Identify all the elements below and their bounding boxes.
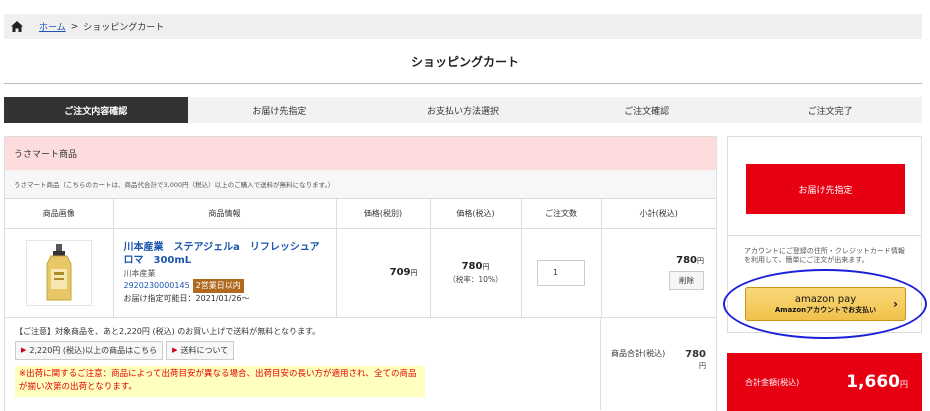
price-ex-yen: 円: [410, 269, 418, 277]
store-name: うさマート商品: [5, 137, 716, 170]
price-ex-value: 709: [389, 267, 411, 278]
delivery-date: お届け指定可能日：2021/01/26～: [123, 293, 250, 303]
cart-summary-row: 【ご注意】対象商品を、あと2,220円 (税込) のお買い上げで送料が無料となり…: [5, 317, 716, 410]
grand-total-yen: 円: [900, 380, 908, 389]
store-shipping-note: うさマート商品（こちらのカートは、商品代合計で3,000円（税込）以上のご購入で…: [5, 170, 716, 199]
free-shipping-products-label: 2,220円 (税込)以上の商品はこちら: [29, 345, 158, 355]
price-in-yen: 円: [482, 263, 490, 272]
triangle-right-icon: ▶: [21, 346, 27, 354]
checkout-sidebar: お届け先指定 アカウントにご登録の住所・クレジットカード情報を利用して、簡単にご…: [727, 136, 922, 333]
proceed-to-delivery-button[interactable]: お届け先指定: [746, 164, 905, 214]
header-quantity: ご注文数: [521, 199, 602, 229]
step-delivery-address: お届け先指定: [252, 106, 307, 117]
shipping-warning: ※出荷に関するご注意：商品によって出荷目安が異なる場合、出荷目安の長い方が適用さ…: [15, 365, 425, 397]
cart-table: 商品画像 商品情報 価格(税別) 価格(税込) ご注文数 小計(税込) 川本産業…: [5, 199, 716, 318]
shipping-info-button[interactable]: ▶ 送料について: [166, 340, 235, 360]
breadcrumb: ホーム > ショッピングカート: [4, 14, 922, 39]
store-total-label: 商品合計(税込): [611, 348, 666, 358]
free-shipping-products-button[interactable]: ▶ 2,220円 (税込)以上の商品はこちら: [15, 340, 164, 360]
table-header-row: 商品画像 商品情報 価格(税別) 価格(税込) ご注文数 小計(税込): [5, 199, 716, 229]
amazon-pay-logo: amazon pay: [794, 293, 857, 305]
checkout-steps: ご注文内容確認 お届け先指定 お支払い方法選択 ご注文確認 ご注文完了: [4, 97, 922, 123]
header-price-ex: 価格(税別): [336, 199, 431, 229]
shipping-badge: 2営業日以内: [192, 279, 244, 293]
breadcrumb-home-link[interactable]: ホーム: [39, 20, 66, 33]
amazon-pay-label: Amazonアカウントでお支払い: [774, 305, 877, 314]
grand-total-value: 1,660: [846, 372, 900, 392]
step-order-complete: ご注文完了: [807, 106, 853, 117]
header-price-in: 価格(税込): [430, 199, 522, 229]
quantity-input[interactable]: 1: [537, 259, 585, 286]
product-maker: 川本産業: [123, 268, 156, 278]
triangle-right-icon: ▶: [172, 346, 178, 354]
header-image: 商品画像: [5, 199, 114, 229]
sidebar-divider: [728, 235, 921, 236]
amazon-pay-note: アカウントにご登録の住所・クレジットカード情報を利用して、簡単にご注文が出来ます…: [744, 247, 905, 265]
table-row: 川本産業 ステアジェルa リフレッシュアロマ 300mL 川本産業 292023…: [5, 228, 716, 318]
free-shipping-notice: 【ご注意】対象商品を、あと2,220円 (税込) のお買い上げで送料が無料となり…: [15, 326, 321, 336]
title-divider: [4, 83, 922, 84]
subtotal-value: 780: [676, 255, 697, 266]
tax-rate-note: （税率：10%）: [448, 275, 503, 285]
product-code: 2920230000145: [123, 281, 190, 291]
shipping-info-label: 送料について: [180, 345, 229, 355]
delete-button[interactable]: 削除: [669, 271, 704, 290]
step-order-review: ご注文確認: [624, 106, 670, 117]
subtotal-yen: 円: [697, 257, 704, 265]
breadcrumb-current: ショッピングカート: [83, 23, 165, 33]
product-image[interactable]: [25, 239, 92, 306]
grand-total-box: 合計金額(税込) 1,660円: [727, 353, 922, 411]
breadcrumb-separator: >: [70, 21, 79, 32]
chevron-right-icon: ›: [893, 297, 898, 311]
step-order-confirm: ご注文内容確認: [4, 97, 188, 123]
price-in-value: 780: [461, 261, 483, 273]
store-total-yen: 円: [699, 361, 706, 370]
header-subtotal: 小計(税込): [601, 199, 716, 229]
grand-total-label: 合計金額(税込): [745, 377, 800, 387]
product-name-link[interactable]: 川本産業 ステアジェルa リフレッシュアロマ 300mL: [124, 241, 326, 268]
header-info: 商品情報: [113, 199, 337, 229]
store-total-value: 780: [685, 348, 706, 360]
step-payment-method: お支払い方法選択: [426, 106, 499, 117]
home-icon[interactable]: [4, 14, 30, 39]
cart-panel: うさマート商品 うさマート商品（こちらのカートは、商品代合計で3,000円（税込…: [4, 136, 717, 411]
product-info: 川本産業 ステアジェルa リフレッシュアロマ 300mL 川本産業 292023…: [114, 233, 336, 313]
page-title: ショッピングカート: [410, 55, 519, 69]
amazon-pay-button[interactable]: amazon pay Amazonアカウントでお支払い ›: [745, 287, 906, 321]
